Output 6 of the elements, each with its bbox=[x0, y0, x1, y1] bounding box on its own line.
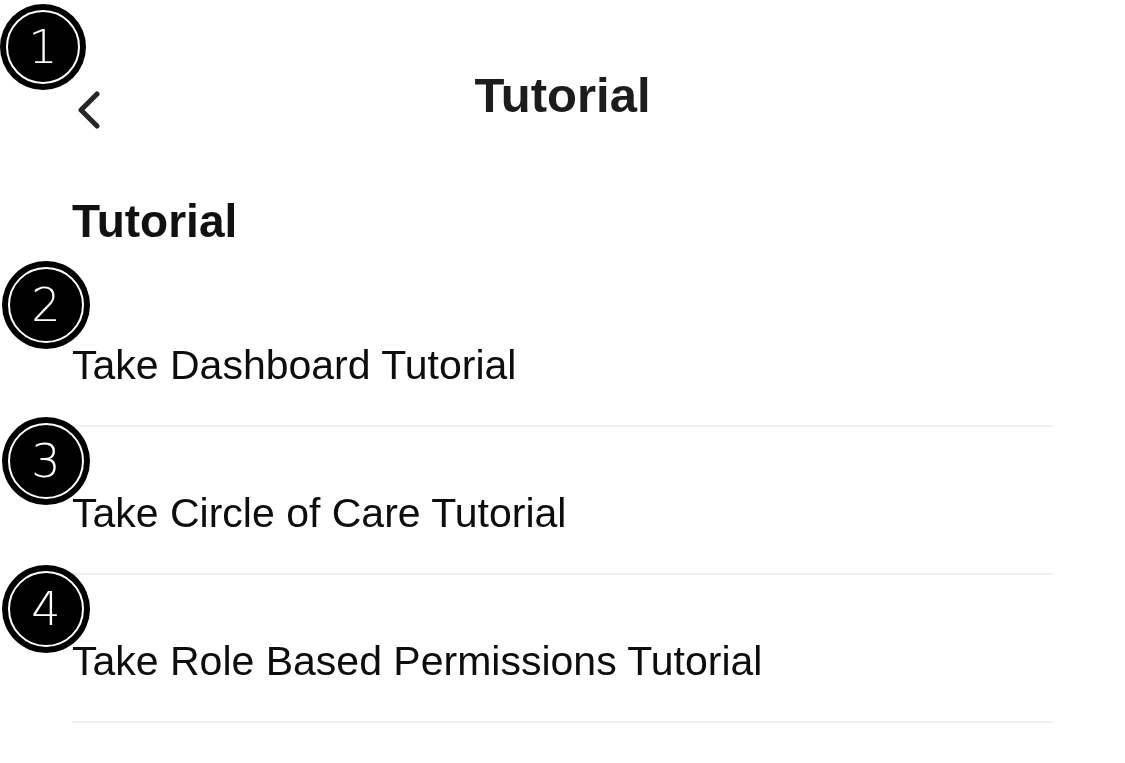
annotation-marker: 2 bbox=[2, 261, 90, 349]
annotation-marker: 1 bbox=[0, 4, 86, 90]
back-button[interactable] bbox=[77, 91, 101, 129]
section-heading: Tutorial bbox=[72, 194, 238, 248]
page-title: Tutorial bbox=[473, 67, 652, 123]
chevron-left-icon bbox=[77, 91, 101, 129]
